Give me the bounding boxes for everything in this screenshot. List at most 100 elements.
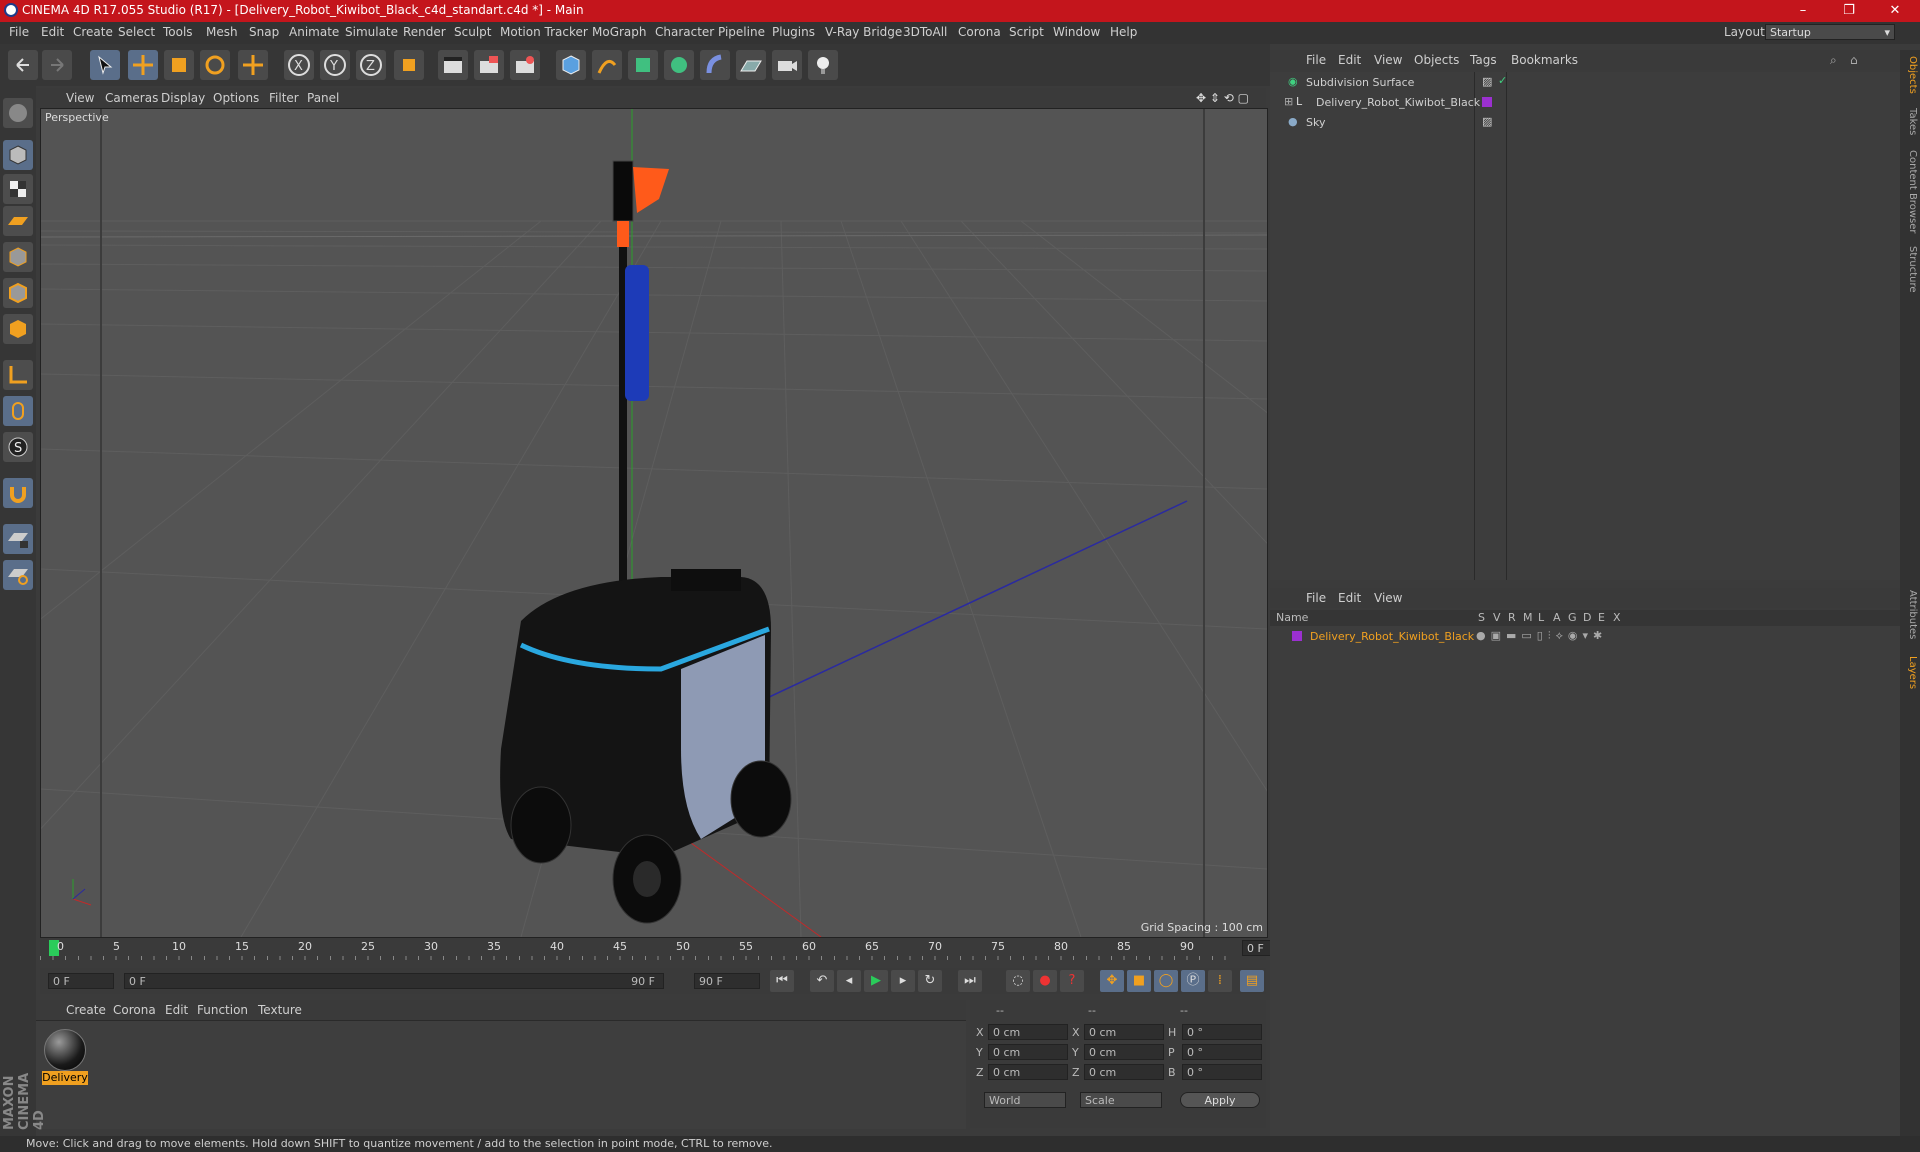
material-menu-edit[interactable]: Edit (165, 1003, 188, 1017)
menu-script[interactable]: Script (1009, 25, 1044, 39)
menu-edit[interactable]: Edit (41, 25, 64, 39)
go-to-end-button[interactable]: ⏭ (958, 970, 982, 992)
enabled-check-icon[interactable]: ✓ (1498, 74, 1507, 87)
menu-vray-bridge[interactable]: V-Ray Bridge (825, 25, 902, 39)
menu-mograph[interactable]: MoGraph (592, 25, 647, 39)
menu-snap[interactable]: Snap (249, 25, 279, 39)
object-row[interactable]: ● Sky ▨ (1270, 114, 1900, 132)
object-menu-tags[interactable]: Tags (1470, 53, 1497, 67)
transform-tool-button[interactable] (238, 50, 268, 80)
rotate-tool-button[interactable] (200, 50, 230, 80)
render-to-picture-viewer-button[interactable] (474, 50, 504, 80)
layer-color-swatch[interactable] (1292, 631, 1302, 641)
preview-range-slider[interactable]: 0 F 90 F (124, 973, 664, 989)
loop-button[interactable]: ↻ (918, 970, 942, 992)
rotation-p-field[interactable]: 0 ° (1182, 1044, 1262, 1060)
viewport-perspective[interactable]: Perspective Grid Spacing : 100 cm (40, 108, 1268, 938)
axis-mode-button[interactable] (3, 360, 33, 390)
position-y-field[interactable]: 0 cm (988, 1044, 1068, 1060)
timeline-window-button[interactable]: ▤ (1240, 970, 1264, 992)
object-menu-edit[interactable]: Edit (1338, 53, 1361, 67)
menu-file[interactable]: File (9, 25, 29, 39)
home-icon[interactable]: ⌂ (1850, 53, 1858, 67)
tab-takes[interactable]: Takes (1902, 108, 1918, 135)
go-to-start-button[interactable]: ⏮ (770, 970, 794, 992)
menu-render[interactable]: Render (403, 25, 446, 39)
key-scale-button[interactable]: ■ (1127, 970, 1151, 992)
viewport-menu-options[interactable]: Options (213, 91, 259, 105)
make-editable-button[interactable] (3, 98, 33, 128)
render-view-button[interactable] (438, 50, 468, 80)
deformer-button[interactable] (700, 50, 730, 80)
end-frame-field[interactable]: 90 F (694, 973, 760, 989)
live-selection-button[interactable] (90, 50, 120, 80)
size-y-field[interactable]: 0 cm (1084, 1044, 1164, 1060)
points-mode-button[interactable] (3, 242, 33, 272)
previous-key-button[interactable]: ↶ (810, 970, 834, 992)
layer-menu-edit[interactable]: Edit (1338, 591, 1361, 605)
object-row[interactable]: ⊞ L Delivery_Robot_Kiwibot_Black (1270, 94, 1900, 112)
material-menu-create[interactable]: Create (66, 1003, 106, 1017)
menu-animate[interactable]: Animate (289, 25, 339, 39)
material-swatch[interactable]: Delivery (38, 1025, 90, 1089)
tab-objects[interactable]: Objects (1902, 56, 1918, 94)
viewport-menu-cameras[interactable]: Cameras (105, 91, 158, 105)
viewport-navigation-icons[interactable]: ✥ ⇕ ⟲ ▢ (1196, 91, 1249, 105)
menu-window[interactable]: Window (1053, 25, 1100, 39)
x-axis-button[interactable]: X (284, 50, 314, 80)
menu-3dtoall[interactable]: 3DToAll (903, 25, 947, 39)
viewport-menu-panel[interactable]: Panel (307, 91, 339, 105)
tab-attributes[interactable]: Attributes (1902, 590, 1918, 639)
motion-record-button[interactable]: ◌ (1006, 970, 1030, 992)
workplane-mode-button[interactable] (3, 206, 33, 236)
cube-button[interactable] (556, 50, 586, 80)
layer-color-swatch[interactable] (1482, 97, 1492, 107)
timeline-ruler[interactable]: 0 5 10 15 20 25 30 35 40 45 50 55 60 65 … (40, 938, 1302, 960)
scale-tool-button[interactable] (164, 50, 194, 80)
rotation-b-field[interactable]: 0 ° (1182, 1064, 1262, 1080)
close-button[interactable]: ✕ (1872, 0, 1918, 22)
viewport-menu-view[interactable]: View (66, 91, 94, 105)
material-menu-texture[interactable]: Texture (258, 1003, 302, 1017)
menu-motion-tracker[interactable]: Motion Tracker (500, 25, 588, 39)
pen-tool-button[interactable] (592, 50, 622, 80)
layer-row[interactable]: Delivery_Robot_Kiwibot_Black ●▣▬▭▯⫶⟡◉▾✱ (1270, 628, 1900, 646)
key-pla-button[interactable]: ⁞ (1208, 970, 1232, 992)
object-menu-bookmarks[interactable]: Bookmarks (1511, 53, 1578, 67)
tab-content-browser[interactable]: Content Browser (1902, 150, 1918, 233)
cloner-button[interactable] (664, 50, 694, 80)
coordinate-system-button[interactable] (394, 50, 424, 80)
apply-button[interactable]: Apply (1180, 1092, 1260, 1108)
render-settings-button[interactable] (510, 50, 540, 80)
edit-visibility-icon[interactable]: ▨ (1482, 115, 1492, 128)
object-menu-objects[interactable]: Objects (1414, 53, 1459, 67)
object-menu-file[interactable]: File (1306, 53, 1326, 67)
layer-toggle-icons[interactable]: ●▣▬▭▯⫶⟡◉▾✱ (1476, 629, 1607, 643)
texture-mode-button[interactable] (3, 174, 33, 204)
move-tool-button[interactable] (128, 50, 158, 80)
menu-help[interactable]: Help (1110, 25, 1137, 39)
undo-button[interactable] (8, 50, 38, 80)
object-row[interactable]: ◉ Subdivision Surface ▨ ✓ (1270, 74, 1900, 92)
layout-select[interactable]: Startup ▾ (1765, 24, 1895, 40)
edges-mode-button[interactable] (3, 278, 33, 308)
menu-mesh[interactable]: Mesh (206, 25, 238, 39)
polygons-mode-button[interactable] (3, 314, 33, 344)
rotation-h-field[interactable]: 0 ° (1182, 1024, 1262, 1040)
material-menu-function[interactable]: Function (197, 1003, 248, 1017)
menu-plugins[interactable]: Plugins (772, 25, 815, 39)
size-mode-select[interactable]: Scale (1080, 1092, 1162, 1108)
start-frame-field[interactable]: 0 F (48, 973, 114, 989)
floor-button[interactable] (736, 50, 766, 80)
record-button[interactable]: ● (1033, 970, 1057, 992)
menu-create[interactable]: Create (73, 25, 113, 39)
layer-menu-file[interactable]: File (1306, 591, 1326, 605)
tab-layers[interactable]: Layers (1902, 656, 1918, 689)
maximize-button[interactable]: ❐ (1826, 0, 1872, 22)
redo-button[interactable] (42, 50, 72, 80)
play-button[interactable]: ▶ (864, 970, 888, 992)
magnet-button[interactable] (3, 478, 33, 508)
position-z-field[interactable]: 0 cm (988, 1064, 1068, 1080)
coordinate-mode-select[interactable]: World (984, 1092, 1066, 1108)
key-parameter-button[interactable]: Ⓟ (1181, 970, 1205, 992)
